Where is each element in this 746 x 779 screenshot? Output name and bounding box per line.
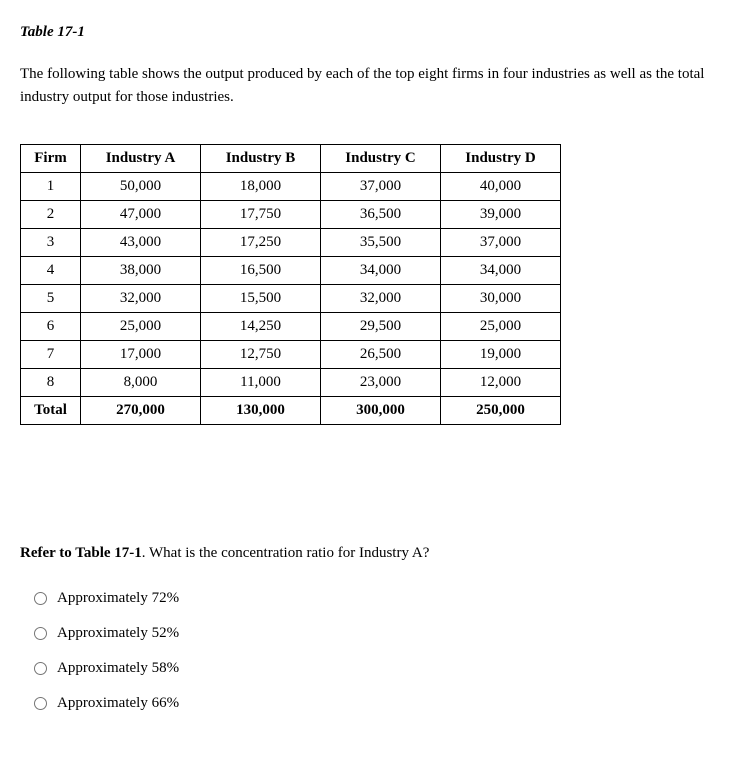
cell-total-value: 300,000 <box>321 397 441 425</box>
header-industry-c: Industry C <box>321 145 441 173</box>
header-industry-b: Industry B <box>201 145 321 173</box>
cell-total-value: 270,000 <box>81 397 201 425</box>
cell-value: 12,750 <box>201 341 321 369</box>
cell-firm: 6 <box>21 313 81 341</box>
option-label: Approximately 72% <box>57 590 179 607</box>
question-body: . What is the concentration ratio for In… <box>142 545 430 561</box>
question-text: Refer to Table 17-1. What is the concent… <box>20 545 726 562</box>
cell-total-value: 130,000 <box>201 397 321 425</box>
cell-value: 14,250 <box>201 313 321 341</box>
table-description: The following table shows the output pro… <box>20 63 726 108</box>
option-item: Approximately 52% <box>34 625 726 642</box>
option-radio-1[interactable] <box>34 627 47 640</box>
cell-value: 16,500 <box>201 257 321 285</box>
cell-value: 50,000 <box>81 173 201 201</box>
cell-value: 17,750 <box>201 201 321 229</box>
table-title: Table 17-1 <box>20 24 726 41</box>
cell-total-label: Total <box>21 397 81 425</box>
table-row: 7 17,000 12,750 26,500 19,000 <box>21 341 561 369</box>
option-label: Approximately 52% <box>57 625 179 642</box>
cell-value: 32,000 <box>321 285 441 313</box>
cell-value: 38,000 <box>81 257 201 285</box>
cell-total-value: 250,000 <box>441 397 561 425</box>
cell-value: 19,000 <box>441 341 561 369</box>
cell-firm: 3 <box>21 229 81 257</box>
cell-value: 34,000 <box>441 257 561 285</box>
cell-value: 25,000 <box>81 313 201 341</box>
header-industry-a: Industry A <box>81 145 201 173</box>
cell-value: 30,000 <box>441 285 561 313</box>
cell-value: 35,500 <box>321 229 441 257</box>
header-industry-d: Industry D <box>441 145 561 173</box>
cell-value: 37,000 <box>441 229 561 257</box>
cell-value: 29,500 <box>321 313 441 341</box>
cell-value: 17,000 <box>81 341 201 369</box>
cell-value: 25,000 <box>441 313 561 341</box>
option-label: Approximately 66% <box>57 695 179 712</box>
cell-value: 17,250 <box>201 229 321 257</box>
option-item: Approximately 72% <box>34 590 726 607</box>
header-firm: Firm <box>21 145 81 173</box>
cell-value: 36,500 <box>321 201 441 229</box>
table-row: 5 32,000 15,500 32,000 30,000 <box>21 285 561 313</box>
table-row: 3 43,000 17,250 35,500 37,000 <box>21 229 561 257</box>
cell-value: 12,000 <box>441 369 561 397</box>
cell-value: 11,000 <box>201 369 321 397</box>
option-label: Approximately 58% <box>57 660 179 677</box>
table-total-row: Total 270,000 130,000 300,000 250,000 <box>21 397 561 425</box>
cell-value: 47,000 <box>81 201 201 229</box>
answer-options: Approximately 72% Approximately 52% Appr… <box>20 590 726 712</box>
cell-firm: 7 <box>21 341 81 369</box>
cell-firm: 8 <box>21 369 81 397</box>
cell-value: 39,000 <box>441 201 561 229</box>
cell-value: 43,000 <box>81 229 201 257</box>
table-row: 8 8,000 11,000 23,000 12,000 <box>21 369 561 397</box>
cell-value: 23,000 <box>321 369 441 397</box>
cell-value: 18,000 <box>201 173 321 201</box>
cell-value: 8,000 <box>81 369 201 397</box>
option-radio-3[interactable] <box>34 697 47 710</box>
industry-table: Firm Industry A Industry B Industry C In… <box>20 144 561 425</box>
option-item: Approximately 66% <box>34 695 726 712</box>
cell-value: 26,500 <box>321 341 441 369</box>
table-row: 2 47,000 17,750 36,500 39,000 <box>21 201 561 229</box>
cell-value: 32,000 <box>81 285 201 313</box>
cell-firm: 1 <box>21 173 81 201</box>
option-radio-2[interactable] <box>34 662 47 675</box>
cell-firm: 5 <box>21 285 81 313</box>
cell-value: 40,000 <box>441 173 561 201</box>
cell-value: 34,000 <box>321 257 441 285</box>
question-prefix: Refer to Table 17-1 <box>20 545 142 561</box>
table-header-row: Firm Industry A Industry B Industry C In… <box>21 145 561 173</box>
cell-firm: 2 <box>21 201 81 229</box>
table-row: 4 38,000 16,500 34,000 34,000 <box>21 257 561 285</box>
option-item: Approximately 58% <box>34 660 726 677</box>
table-row: 1 50,000 18,000 37,000 40,000 <box>21 173 561 201</box>
table-row: 6 25,000 14,250 29,500 25,000 <box>21 313 561 341</box>
option-radio-0[interactable] <box>34 592 47 605</box>
cell-value: 37,000 <box>321 173 441 201</box>
cell-value: 15,500 <box>201 285 321 313</box>
cell-firm: 4 <box>21 257 81 285</box>
